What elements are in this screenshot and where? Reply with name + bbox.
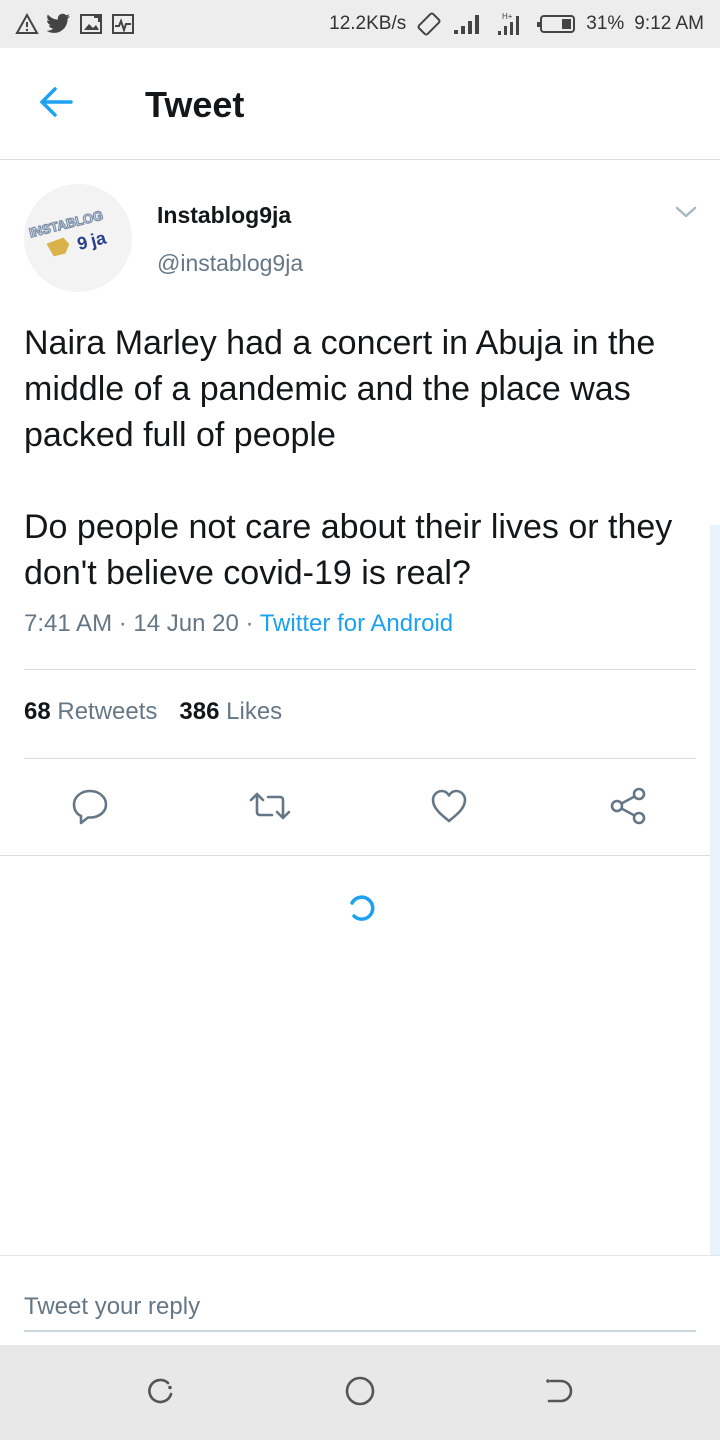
tweet-menu-button[interactable] [672,202,700,226]
back-nav-button[interactable] [540,1375,576,1411]
auto-rotate-icon [416,11,442,37]
warning-icon [14,11,40,37]
reply-icon [70,786,110,831]
app-header: Tweet [0,48,720,160]
meta-separator: · [112,610,134,637]
back-button[interactable] [36,86,76,122]
heart-icon [429,786,469,831]
tweet-text: Naira Marley had a concert in Abuja in t… [24,320,696,596]
battery-icon [536,14,576,34]
divider [24,669,696,670]
signal-h-plus-icon: H+ [496,11,526,37]
activity-icon [110,11,136,37]
status-bar: 12.2KB/s H+ 31% 9:12 AM [0,0,720,48]
meta-separator: · [238,610,260,637]
user-handle[interactable]: @instablog9ja [157,250,303,277]
chevron-down-icon [674,204,698,225]
signal-icon [452,12,486,36]
clock: 9:12 AM [634,13,704,34]
status-system: 12.2KB/s H+ 31% 9:12 AM [329,11,704,37]
page-title: Tweet [145,84,245,125]
back-nav-icon [541,1375,575,1412]
divider [0,855,720,856]
reply-bar [0,1255,720,1345]
arrow-left-icon [38,86,74,123]
likes-label: Likes [226,698,283,725]
share-button[interactable] [606,786,650,830]
reply-button[interactable] [68,786,112,830]
retweets-label: Retweets [57,698,158,725]
likes-count: 386 [179,698,220,725]
like-button[interactable] [427,786,471,830]
loading-spinner [346,893,376,923]
retweets-stat[interactable]: 68 Retweets [24,698,157,725]
network-speed: 12.2KB/s [329,13,407,34]
home-circle-icon [343,1374,377,1413]
tweet-source-link[interactable]: Twitter for Android [260,610,453,637]
instablog9ja-logo: INSTABLOG 9 ja [24,184,132,292]
picture-icon [78,11,104,37]
scrollbar[interactable] [710,525,720,1255]
twitter-bird-icon [46,11,72,37]
retweet-icon [248,786,292,831]
status-notifications [14,11,136,37]
system-nav-bar [0,1345,720,1440]
likes-stat[interactable]: 386 Likes [179,698,282,725]
tweet-time: 7:41 AM [24,610,113,637]
tweet-actions [0,780,720,836]
display-name[interactable]: Instablog9ja [157,202,291,229]
reply-input[interactable] [24,1284,696,1332]
recent-apps-icon [144,1375,176,1412]
retweets-count: 68 [24,698,51,725]
tweet-paragraph: Do people not care about their lives or … [24,508,673,592]
tweet-meta: 7:41 AM · 14 Jun 20 · Twitter for Androi… [24,610,453,638]
recent-apps-button[interactable] [142,1375,178,1411]
share-icon [608,786,648,831]
svg-text:H+: H+ [502,12,513,21]
tweet-date: 14 Jun 20 [133,610,239,637]
tweet-paragraph: Naira Marley had a concert in Abuja in t… [24,324,656,454]
home-button[interactable] [342,1375,378,1411]
battery-percent: 31% [586,13,625,34]
divider [24,758,696,759]
avatar[interactable]: INSTABLOG 9 ja [24,184,132,292]
tweet-stats: 68 Retweets 386 Likes [24,698,282,726]
retweet-button[interactable] [248,786,292,830]
